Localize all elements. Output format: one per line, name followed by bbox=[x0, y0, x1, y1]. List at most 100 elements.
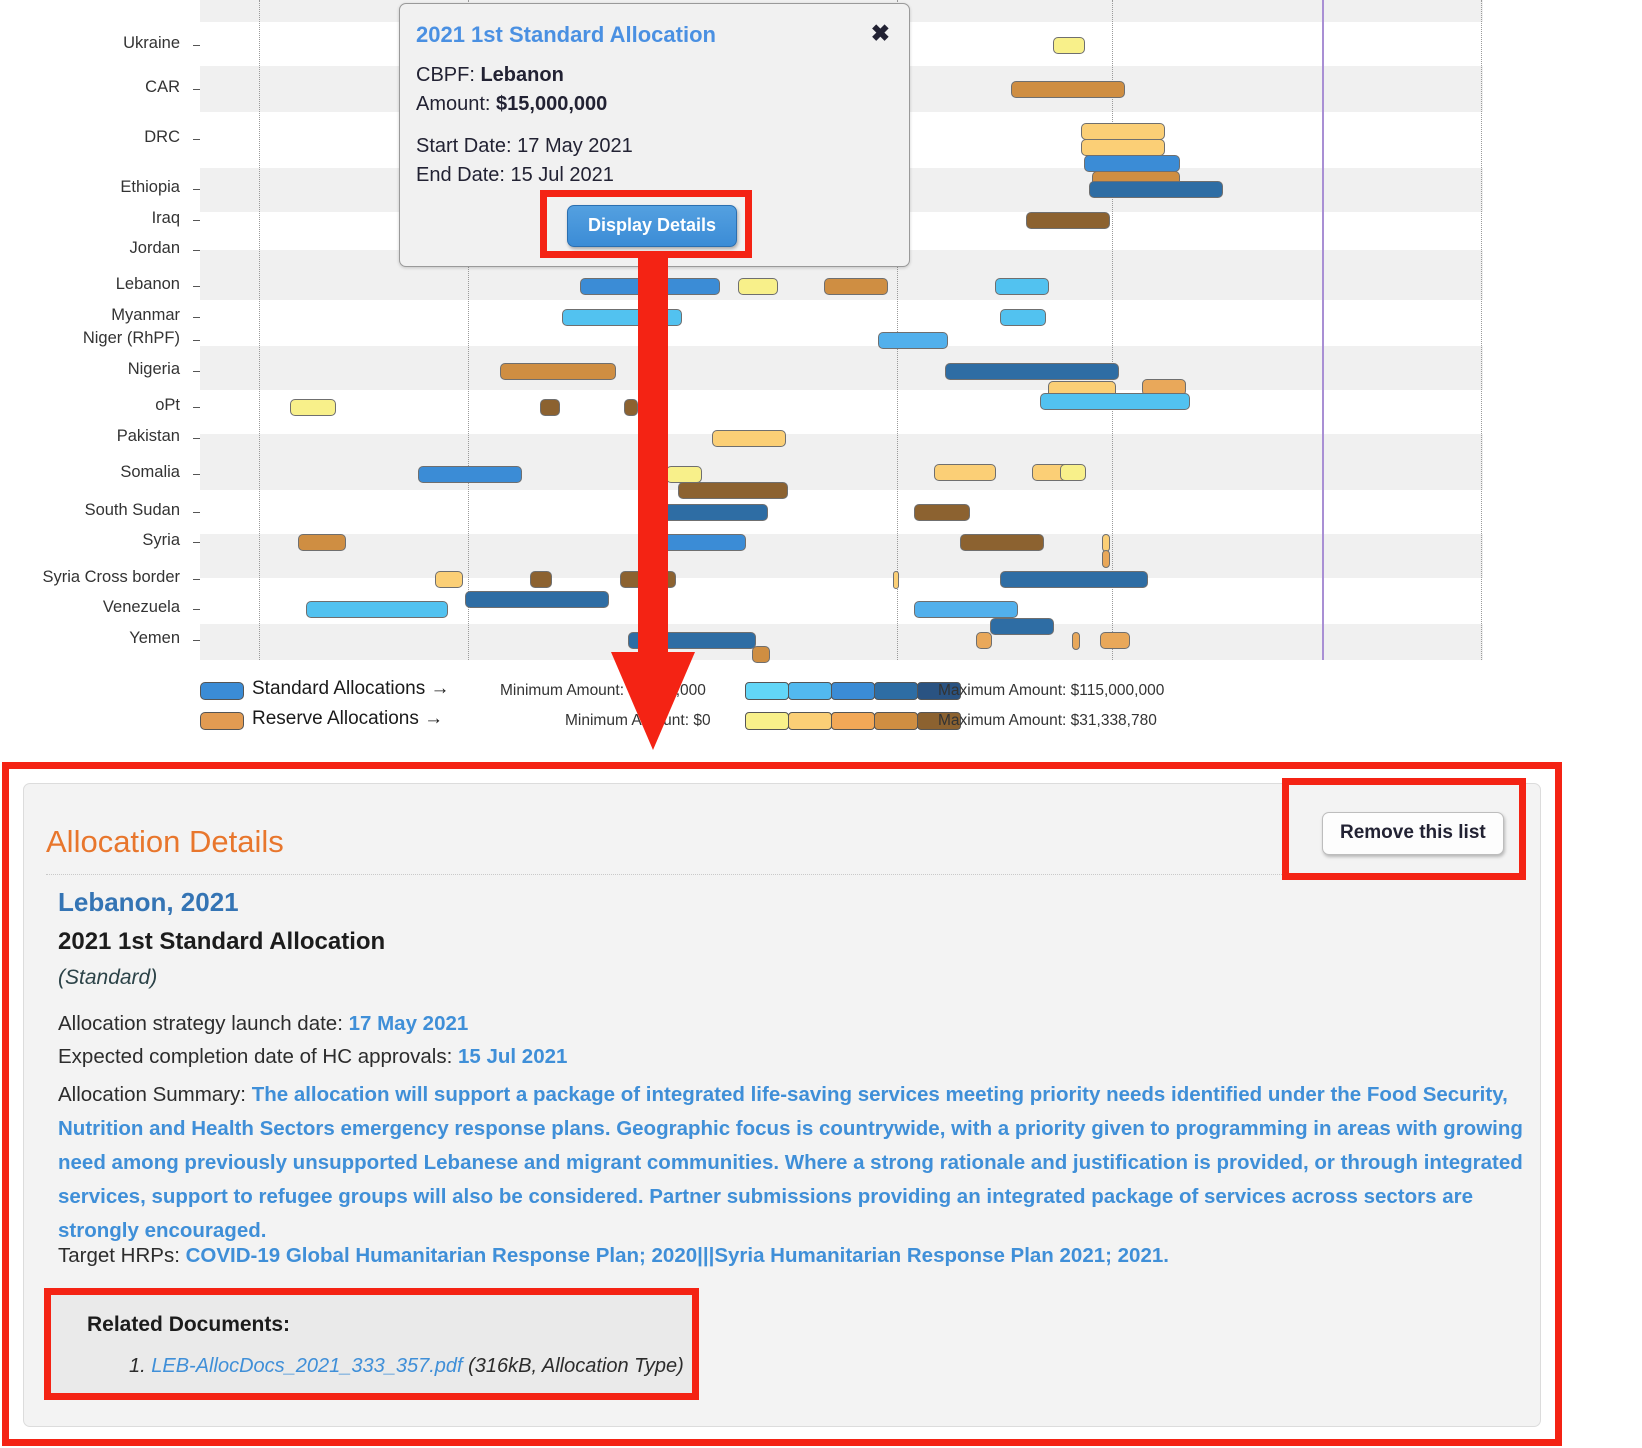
chart-bar[interactable] bbox=[678, 482, 788, 499]
chart-bar[interactable] bbox=[960, 534, 1044, 551]
related-item-meta: (316kB, Allocation Type) bbox=[462, 1355, 684, 1377]
chart-bar[interactable] bbox=[738, 278, 778, 295]
chart-bar[interactable] bbox=[712, 430, 786, 447]
related-documents-box: Related Documents: 1. LEB-AllocDocs_2021… bbox=[44, 1288, 699, 1400]
chart-bar[interactable] bbox=[1100, 632, 1130, 649]
allocation-tooltip[interactable]: 2021 1st Standard Allocation ✖ CBPF: Leb… bbox=[399, 3, 910, 267]
chart-bar[interactable] bbox=[624, 399, 638, 416]
chart-y-tick bbox=[193, 89, 200, 90]
details-completion-date: Expected completion date of HC approvals… bbox=[58, 1045, 567, 1069]
chart-bar[interactable] bbox=[1040, 393, 1190, 410]
chart-bar[interactable] bbox=[435, 571, 463, 588]
chart-y-label-syria: Syria bbox=[142, 531, 180, 549]
chart-bar[interactable] bbox=[934, 464, 996, 481]
related-document-link[interactable]: LEB-AllocDocs_2021_333_357.pdf bbox=[151, 1355, 462, 1377]
chart-bar[interactable] bbox=[1081, 123, 1165, 140]
chart-bar[interactable] bbox=[628, 632, 756, 649]
chart-y-label-pakistan: Pakistan bbox=[116, 427, 180, 445]
chart-y-tick bbox=[193, 512, 200, 513]
allocation-details-panel: Allocation Details Remove this list Leba… bbox=[23, 778, 1541, 1427]
legend-scale-cell bbox=[745, 682, 789, 700]
chart-y-tick bbox=[193, 474, 200, 475]
chart-bar[interactable] bbox=[1084, 155, 1180, 172]
chart-y-label-iraq: Iraq bbox=[151, 209, 180, 227]
related-item-number: 1. bbox=[129, 1355, 152, 1377]
details-completion-label: Expected completion date of HC approvals… bbox=[58, 1045, 458, 1068]
legend-color-scale bbox=[745, 712, 961, 730]
chart-y-label-car: CAR bbox=[145, 78, 180, 96]
chart-y-label-drc: DRC bbox=[144, 128, 180, 146]
chart-bar[interactable] bbox=[500, 363, 616, 380]
current-date-marker bbox=[1322, 0, 1324, 660]
related-documents-title: Related Documents: bbox=[87, 1313, 291, 1336]
chart-gridline bbox=[1481, 0, 1482, 660]
legend-scale-cell bbox=[831, 712, 875, 730]
chart-bar[interactable] bbox=[306, 601, 448, 618]
tooltip-end-date: End Date: 15 Jul 2021 bbox=[416, 164, 614, 186]
remove-this-list-button[interactable]: Remove this list bbox=[1322, 812, 1504, 855]
chart-bar[interactable] bbox=[298, 534, 346, 551]
chart-bar[interactable] bbox=[1026, 212, 1110, 229]
chart-y-label-lebanon: Lebanon bbox=[115, 275, 180, 293]
chart-legend: Standard Allocations → Minimum Amount: $1… bbox=[0, 676, 1642, 758]
chart-bar[interactable] bbox=[995, 278, 1049, 295]
chart-bar[interactable] bbox=[290, 399, 336, 416]
chart-bar[interactable] bbox=[418, 466, 522, 483]
chart-bar[interactable] bbox=[662, 534, 746, 551]
chart-y-tick bbox=[193, 189, 200, 190]
chart-bar[interactable] bbox=[976, 632, 992, 649]
legend-scale-cell bbox=[788, 682, 832, 700]
chart-bar[interactable] bbox=[666, 466, 702, 483]
chart-bar[interactable] bbox=[1102, 550, 1110, 568]
chart-bar[interactable] bbox=[540, 399, 560, 416]
chart-bar[interactable] bbox=[1000, 309, 1046, 326]
legend-swatch bbox=[200, 682, 244, 700]
details-hrp-value: COVID-19 Global Humanitarian Response Pl… bbox=[185, 1244, 1169, 1267]
legend-max-amount: Maximum Amount: $31,338,780 bbox=[938, 712, 1157, 729]
chart-y-tick bbox=[193, 220, 200, 221]
chart-bar[interactable] bbox=[530, 571, 552, 588]
chart-bar[interactable] bbox=[990, 618, 1054, 635]
chart-bar[interactable] bbox=[752, 646, 770, 663]
chart-bar[interactable] bbox=[914, 504, 970, 521]
chart-row-band bbox=[200, 346, 1483, 390]
details-summary-label: Allocation Summary: bbox=[58, 1083, 252, 1106]
chart-bar[interactable] bbox=[1089, 181, 1223, 198]
legend-label: Reserve Allocations → bbox=[252, 708, 444, 729]
chart-bar[interactable] bbox=[1053, 37, 1085, 54]
legend-swatch bbox=[200, 712, 244, 730]
details-hrp-label: Target HRPs: bbox=[58, 1244, 186, 1267]
chart-y-tick bbox=[193, 139, 200, 140]
chart-bar[interactable] bbox=[1000, 571, 1148, 588]
chart-y-label-opt: oPt bbox=[155, 396, 180, 414]
chart-row-band bbox=[200, 490, 1483, 534]
page-title: Allocation Details bbox=[46, 824, 284, 859]
chart-bar[interactable] bbox=[620, 571, 676, 588]
chart-bar[interactable] bbox=[1011, 81, 1125, 98]
display-details-button[interactable]: Display Details bbox=[567, 205, 738, 247]
details-launch-date: Allocation strategy launch date: 17 May … bbox=[58, 1012, 468, 1036]
chart-y-label-venezuela: Venezuela bbox=[102, 598, 180, 616]
chart-y-tick bbox=[193, 609, 200, 610]
close-icon[interactable]: ✖ bbox=[871, 22, 890, 45]
chart-bar[interactable] bbox=[1060, 464, 1086, 481]
chart-bar[interactable] bbox=[945, 363, 1119, 380]
chart-y-label-yemen: Yemen bbox=[129, 629, 180, 647]
legend-min-amount: Minimum Amount: $1,000,000 bbox=[500, 682, 706, 699]
chart-y-label-ukraine: Ukraine bbox=[123, 34, 180, 52]
chart-bar[interactable] bbox=[580, 278, 720, 295]
chart-bar[interactable] bbox=[1072, 632, 1080, 650]
chart-bar[interactable] bbox=[562, 309, 682, 326]
legend-row: Reserve Allocations → Minimum Amount: $0 M… bbox=[0, 706, 1642, 740]
chart-y-tick bbox=[193, 407, 200, 408]
chart-y-label-niger-rhpf-: Niger (RhPF) bbox=[82, 329, 180, 347]
chart-bar[interactable] bbox=[824, 278, 888, 295]
chart-bar[interactable] bbox=[1081, 139, 1165, 156]
chart-bar[interactable] bbox=[465, 591, 609, 608]
details-country-year: Lebanon, 2021 bbox=[58, 887, 239, 917]
legend-label: Standard Allocations → bbox=[252, 678, 450, 699]
chart-bar[interactable] bbox=[914, 601, 1018, 618]
chart-bar[interactable] bbox=[662, 504, 768, 521]
chart-bar[interactable] bbox=[878, 332, 948, 349]
chart-bar[interactable] bbox=[893, 571, 899, 589]
